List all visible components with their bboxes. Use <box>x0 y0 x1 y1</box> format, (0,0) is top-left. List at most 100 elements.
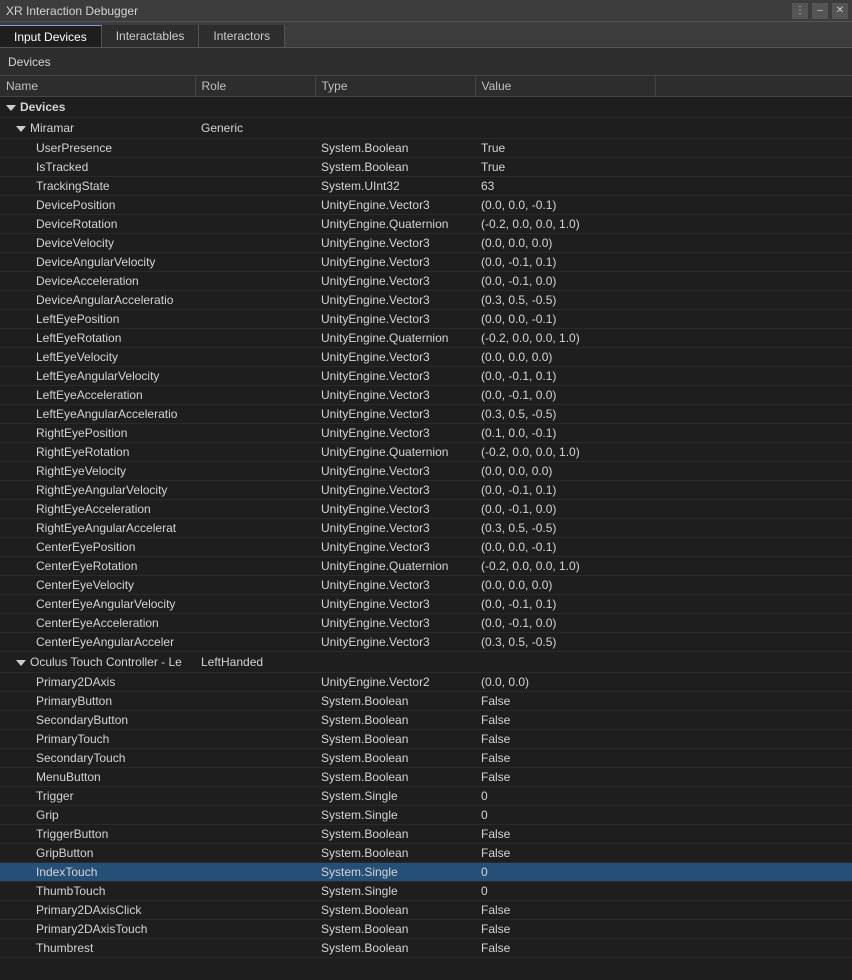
table-row[interactable]: RightEyeAccelerationUnityEngine.Vector3(… <box>0 500 852 519</box>
table-row[interactable]: CenterEyeVelocityUnityEngine.Vector3(0.0… <box>0 576 852 595</box>
table-row[interactable]: PrimaryTouchSystem.BooleanFalse <box>0 730 852 749</box>
row-extra-cell <box>655 234 852 253</box>
table-row[interactable]: IsTrackedSystem.BooleanTrue <box>0 158 852 177</box>
row-extra-cell <box>655 367 852 386</box>
row-type-cell: System.Boolean <box>315 844 475 863</box>
title-bar-controls: ⋮ – ✕ <box>792 3 848 19</box>
table-row[interactable]: LeftEyeAngularAcceleratioUnityEngine.Vec… <box>0 405 852 424</box>
menu-button[interactable]: ⋮ <box>792 3 808 19</box>
tab-interactors[interactable]: Interactors <box>199 25 285 47</box>
table-row[interactable]: DeviceAngularAcceleratioUnityEngine.Vect… <box>0 291 852 310</box>
row-role-cell <box>195 462 315 481</box>
minimize-button[interactable]: – <box>812 3 828 19</box>
table-row[interactable]: UserPresenceSystem.BooleanTrue <box>0 139 852 158</box>
subsection-role-cell: LeftHanded <box>195 652 315 673</box>
row-role-cell <box>195 443 315 462</box>
table-row[interactable]: DeviceAngularVelocityUnityEngine.Vector3… <box>0 253 852 272</box>
section-header-cell: Devices <box>0 97 852 118</box>
row-extra-cell <box>655 310 852 329</box>
table-row[interactable]: LeftEyeAccelerationUnityEngine.Vector3(0… <box>0 386 852 405</box>
row-role-cell <box>195 901 315 920</box>
row-value-cell: (0.0, -0.1, 0.0) <box>475 614 655 633</box>
row-name-cell: CenterEyeAngularVelocity <box>0 595 195 614</box>
table-row[interactable]: MenuButtonSystem.BooleanFalse <box>0 768 852 787</box>
table-row[interactable]: RightEyeAngularVelocityUnityEngine.Vecto… <box>0 481 852 500</box>
row-extra-cell <box>655 215 852 234</box>
col-header-name: Name <box>0 76 195 97</box>
table-row[interactable]: Primary2DAxisTouchSystem.BooleanFalse <box>0 920 852 939</box>
table-row[interactable]: MiramarGeneric <box>0 118 852 139</box>
table-row[interactable]: TrackingStateSystem.UInt3263 <box>0 177 852 196</box>
row-value-cell: 0 <box>475 863 655 882</box>
table-row[interactable]: GripSystem.Single0 <box>0 806 852 825</box>
table-container[interactable]: Name Role Type Value DevicesMiramarGener… <box>0 76 852 980</box>
table-row[interactable]: CenterEyeAngularAccelerUnityEngine.Vecto… <box>0 633 852 652</box>
row-name-cell: DevicePosition <box>0 196 195 215</box>
row-value-cell: (0.0, 0.0, 0.0) <box>475 462 655 481</box>
table-row[interactable]: Devices <box>0 97 852 118</box>
table-row[interactable]: CenterEyeRotationUnityEngine.Quaternion(… <box>0 557 852 576</box>
table-row[interactable]: RightEyeRotationUnityEngine.Quaternion(-… <box>0 443 852 462</box>
row-extra-cell <box>655 139 852 158</box>
row-value-cell: 0 <box>475 787 655 806</box>
row-name-cell: TriggerButton <box>0 825 195 844</box>
table-row[interactable]: ThumbTouchSystem.Single0 <box>0 882 852 901</box>
row-type-cell: System.Boolean <box>315 768 475 787</box>
table-row[interactable]: DeviceRotationUnityEngine.Quaternion(-0.… <box>0 215 852 234</box>
row-value-cell: (0.3, 0.5, -0.5) <box>475 633 655 652</box>
row-role-cell <box>195 844 315 863</box>
table-row[interactable]: ThumbrestSystem.BooleanFalse <box>0 939 852 958</box>
table-row[interactable]: GripButtonSystem.BooleanFalse <box>0 844 852 863</box>
tab-input-devices[interactable]: Input Devices <box>0 25 102 47</box>
row-extra-cell <box>655 901 852 920</box>
table-row[interactable]: LeftEyePositionUnityEngine.Vector3(0.0, … <box>0 310 852 329</box>
table-row[interactable]: CenterEyePositionUnityEngine.Vector3(0.0… <box>0 538 852 557</box>
row-extra-cell <box>655 863 852 882</box>
row-name-cell: Primary2DAxis <box>0 673 195 692</box>
row-type-cell: UnityEngine.Quaternion <box>315 329 475 348</box>
table-row[interactable]: PrimaryButtonSystem.BooleanFalse <box>0 692 852 711</box>
row-role-cell <box>195 920 315 939</box>
table-row[interactable]: LeftEyeVelocityUnityEngine.Vector3(0.0, … <box>0 348 852 367</box>
row-value-cell: 63 <box>475 177 655 196</box>
row-role-cell <box>195 633 315 652</box>
table-row[interactable]: CenterEyeAccelerationUnityEngine.Vector3… <box>0 614 852 633</box>
table-row[interactable]: DevicePositionUnityEngine.Vector3(0.0, 0… <box>0 196 852 215</box>
row-name-cell: SecondaryTouch <box>0 749 195 768</box>
table-row[interactable]: SecondaryButtonSystem.BooleanFalse <box>0 711 852 730</box>
row-name-cell: MenuButton <box>0 768 195 787</box>
row-role-cell <box>195 768 315 787</box>
row-extra-cell <box>655 196 852 215</box>
table-row[interactable]: TriggerSystem.Single0 <box>0 787 852 806</box>
table-row[interactable]: RightEyeVelocityUnityEngine.Vector3(0.0,… <box>0 462 852 481</box>
table-row[interactable]: TriggerButtonSystem.BooleanFalse <box>0 825 852 844</box>
table-row[interactable]: Oculus Touch Controller - LeLeftHanded <box>0 652 852 673</box>
row-type-cell: UnityEngine.Vector3 <box>315 424 475 443</box>
row-role-cell <box>195 310 315 329</box>
subsection-name-cell: Miramar <box>0 118 195 139</box>
devices-bar: Devices <box>0 48 852 76</box>
row-name-cell: DeviceAcceleration <box>0 272 195 291</box>
table-row[interactable]: CenterEyeAngularVelocity UnityEngine.Vect… <box>0 595 852 614</box>
row-name-cell: LeftEyeRotation <box>0 329 195 348</box>
table-row[interactable]: RightEyeAngularAcceleratUnityEngine.Vect… <box>0 519 852 538</box>
table-row[interactable]: SecondaryTouchSystem.BooleanFalse <box>0 749 852 768</box>
row-extra-cell <box>655 424 852 443</box>
table-row[interactable]: Primary2DAxisClickSystem.BooleanFalse <box>0 901 852 920</box>
row-type-cell: UnityEngine.Vector2 <box>315 673 475 692</box>
table-row[interactable]: LeftEyeRotationUnityEngine.Quaternion(-0… <box>0 329 852 348</box>
table-row[interactable]: LeftEyeAngularVelocityUnityEngine.Vector… <box>0 367 852 386</box>
row-name-cell: CenterEyePosition <box>0 538 195 557</box>
row-name-cell: DeviceVelocity <box>0 234 195 253</box>
row-name-cell: LeftEyeAngularAcceleratio <box>0 405 195 424</box>
row-type-cell: UnityEngine.Vector3 <box>315 595 475 614</box>
table-row[interactable]: DeviceVelocityUnityEngine.Vector3(0.0, 0… <box>0 234 852 253</box>
table-row[interactable]: DeviceAccelerationUnityEngine.Vector3(0.… <box>0 272 852 291</box>
subsection-extra-cell <box>655 652 852 673</box>
table-row[interactable]: IndexTouchSystem.Single0 <box>0 863 852 882</box>
table-row[interactable]: Primary2DAxisUnityEngine.Vector2(0.0, 0.… <box>0 673 852 692</box>
table-row[interactable]: RightEyePositionUnityEngine.Vector3(0.1,… <box>0 424 852 443</box>
tab-interactables[interactable]: Interactables <box>102 25 200 47</box>
close-button[interactable]: ✕ <box>832 3 848 19</box>
row-value-cell: False <box>475 825 655 844</box>
